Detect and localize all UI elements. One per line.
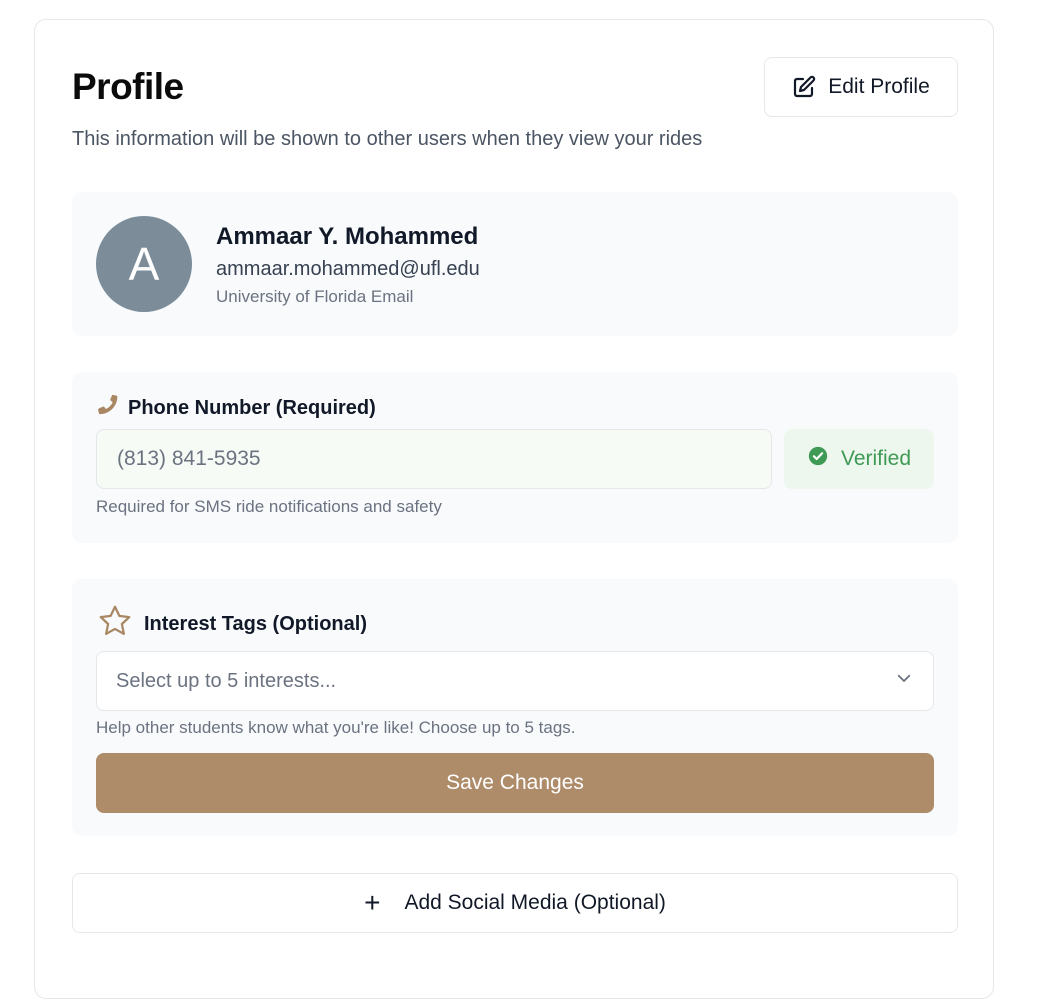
interest-label: Interest Tags (Optional) <box>144 612 367 635</box>
add-social-media-button[interactable]: + Add Social Media (Optional) <box>72 873 958 933</box>
profile-card: Profile Edit Profile This information wi… <box>34 19 994 999</box>
page-subtitle: This information will be shown to other … <box>72 128 703 150</box>
phone-label: Phone Number (Required) <box>128 396 376 419</box>
chevron-down-icon <box>895 669 913 693</box>
edit-icon <box>792 75 816 99</box>
verified-label: Verified <box>840 447 912 470</box>
plus-icon: + <box>364 887 381 918</box>
user-email-note: University of Florida Email <box>216 287 414 306</box>
phone-section: Phone Number (Required) Verified Require… <box>72 372 958 543</box>
phone-helper-text: Required for SMS ride notifications and … <box>96 497 442 516</box>
phone-input[interactable] <box>96 429 772 489</box>
avatar: A <box>96 216 192 312</box>
page-title: Profile <box>72 66 184 107</box>
edit-profile-button[interactable]: Edit Profile <box>764 57 958 117</box>
phone-label-row: Phone Number (Required) <box>96 394 376 422</box>
interests-select[interactable]: Select up to 5 interests... <box>96 651 934 711</box>
interest-label-row: Interest Tags (Optional) <box>96 603 367 645</box>
add-social-media-label: Add Social Media (Optional) <box>404 891 666 914</box>
interests-helper-text: Help other students know what you're lik… <box>96 718 576 737</box>
user-name: Ammaar Y. Mohammed <box>216 223 479 250</box>
user-email: ammaar.mohammed@ufl.edu <box>216 258 480 280</box>
save-changes-button[interactable]: Save Changes <box>96 753 934 813</box>
interest-tags-section: Interest Tags (Optional) Select up to 5 … <box>72 579 958 836</box>
star-icon <box>96 603 134 645</box>
phone-icon <box>96 394 118 422</box>
edit-profile-label: Edit Profile <box>828 75 930 98</box>
verified-badge: Verified <box>784 429 934 489</box>
user-info-section: A Ammaar Y. Mohammed ammaar.mohammed@ufl… <box>72 192 958 336</box>
interests-placeholder: Select up to 5 interests... <box>116 669 337 692</box>
check-circle-icon <box>807 445 829 473</box>
